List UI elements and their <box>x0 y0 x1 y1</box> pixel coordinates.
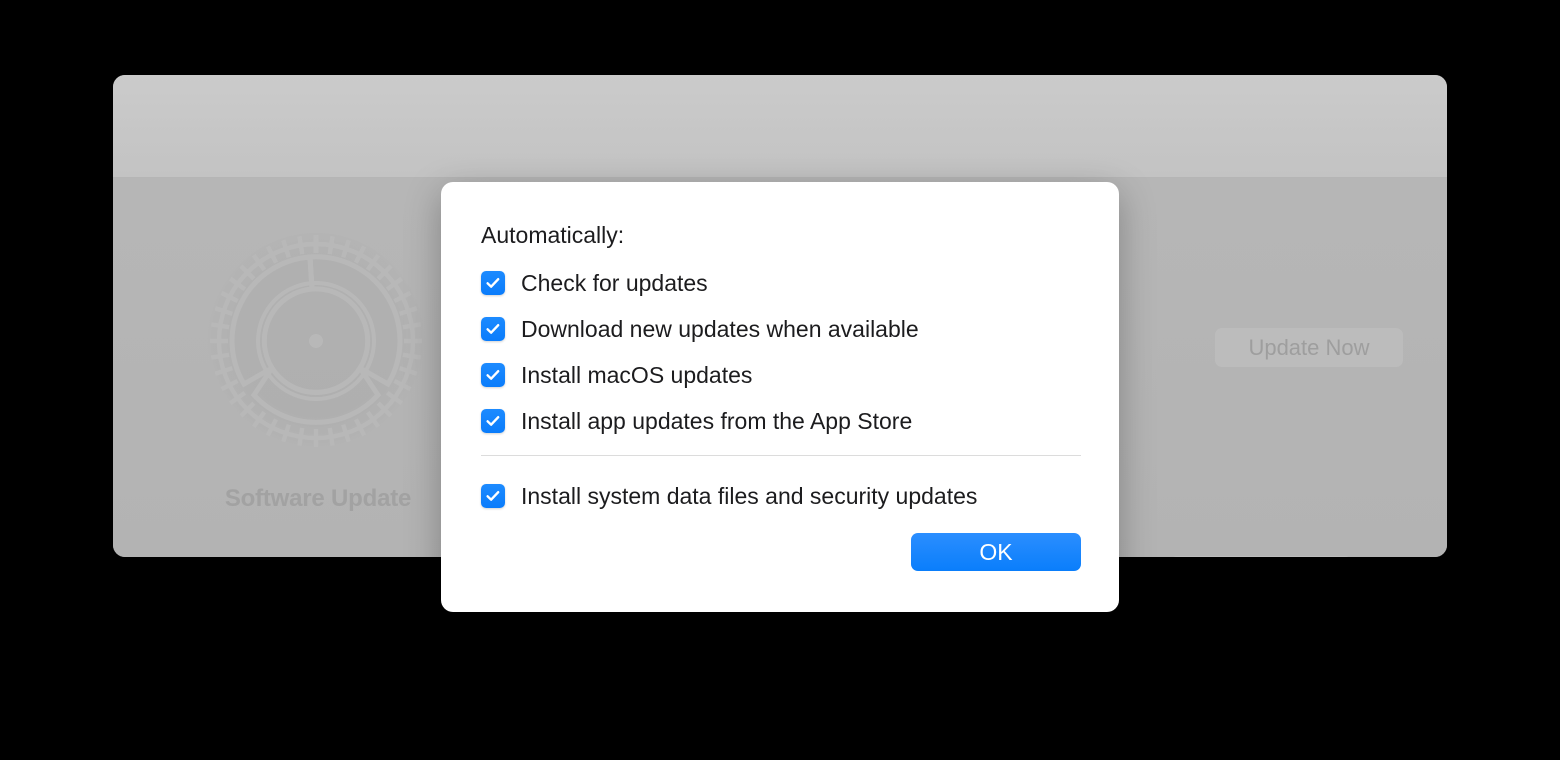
checkbox-checked-icon[interactable] <box>481 363 505 387</box>
dialog-divider <box>481 455 1081 456</box>
checkbox-checked-icon[interactable] <box>481 271 505 295</box>
checkbox-row-install-system-data-files[interactable]: Install system data files and security u… <box>481 481 977 511</box>
checkbox-label: Download new updates when available <box>521 315 919 342</box>
update-now-button[interactable]: Update Now <box>1215 328 1403 367</box>
advanced-button[interactable]: Advanced... <box>1170 556 1352 557</box>
checkbox-row-install-macos-updates[interactable]: Install macOS updates <box>481 360 1081 390</box>
checkbox-label: Install app updates from the App Store <box>521 407 913 434</box>
software-update-gear-icon <box>204 223 429 458</box>
update-now-label: Update Now <box>1248 334 1370 360</box>
automatic-options-list: Check for updates Download new updates w… <box>481 268 1081 452</box>
checkbox-row-install-app-updates[interactable]: Install app updates from the App Store <box>481 406 1081 436</box>
checkbox-label: Install macOS updates <box>521 361 753 388</box>
ok-button[interactable]: OK <box>911 533 1081 571</box>
pane-icon-label: Software Update <box>224 485 412 512</box>
screen: Software Update Search <box>0 0 1560 760</box>
checkbox-label: Check for updates <box>521 269 708 296</box>
checkbox-checked-icon[interactable] <box>481 484 505 508</box>
checkbox-checked-icon[interactable] <box>481 409 505 433</box>
dialog-heading: Automatically: <box>481 222 625 248</box>
window-titlebar <box>113 75 1447 178</box>
checkbox-checked-icon[interactable] <box>481 317 505 341</box>
checkbox-row-check-for-updates[interactable]: Check for updates <box>481 268 1081 298</box>
automatic-updates-dialog: Automatically: Check for updates Downloa… <box>441 182 1119 612</box>
checkbox-label: Install system data files and security u… <box>521 482 978 509</box>
checkbox-row-download-new-updates[interactable]: Download new updates when available <box>481 314 1081 344</box>
